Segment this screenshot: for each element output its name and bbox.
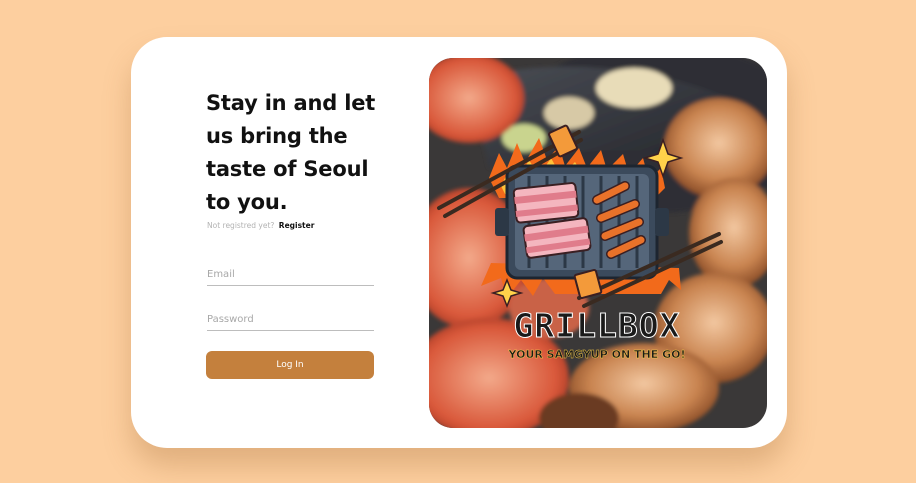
register-prompt: Not registred yet? Register: [207, 221, 314, 230]
email-field[interactable]: [207, 263, 374, 286]
page-headline: Stay in and let us bring the taste of Se…: [206, 91, 376, 214]
password-field[interactable]: [207, 308, 374, 331]
hero-image: GRILLBOX YOUR SAMGYUP ON THE GO!: [429, 58, 767, 428]
login-card: Stay in and let us bring the taste of Se…: [131, 37, 787, 448]
brand-tagline: YOUR SAMGYUP ON THE GO!: [508, 348, 686, 361]
not-registered-text: Not registred yet?: [207, 221, 275, 230]
brand-name: GRILLBOX: [514, 306, 681, 345]
register-link[interactable]: Register: [279, 221, 315, 230]
login-button[interactable]: Log In: [206, 351, 374, 379]
